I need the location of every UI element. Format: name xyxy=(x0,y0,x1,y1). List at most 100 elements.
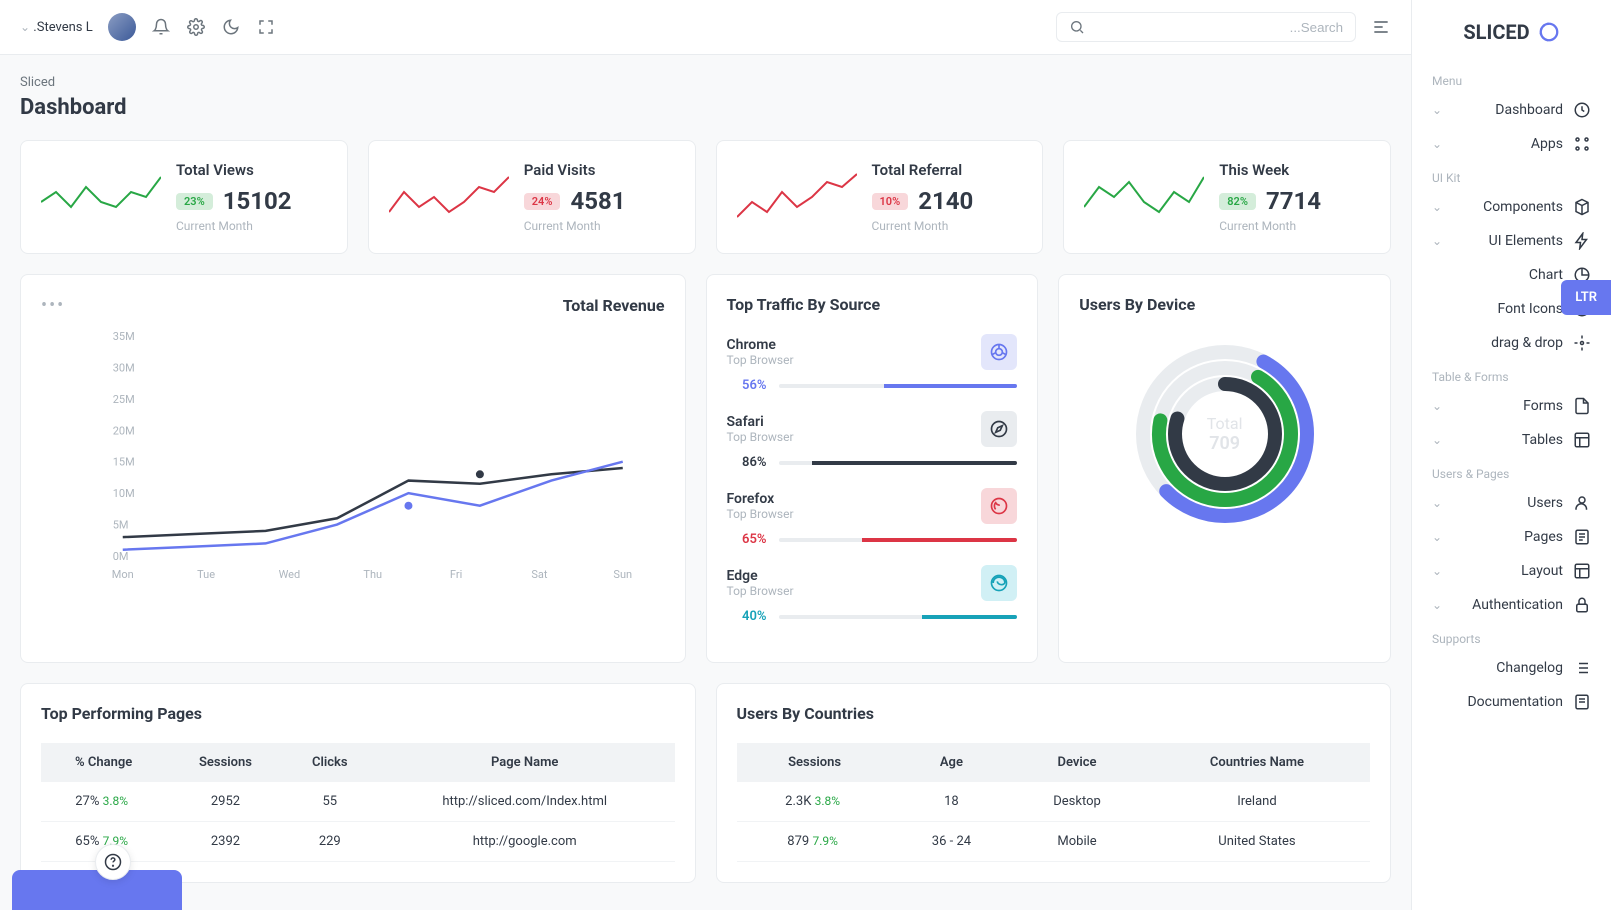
sidebar-item-authentication[interactable]: Authentication ⌄ xyxy=(1412,588,1611,622)
table-row: http://sliced.com/Index.html 55 2952 3.8… xyxy=(41,782,675,822)
menu-toggle-icon[interactable] xyxy=(1371,17,1391,37)
svg-text:Thu: Thu xyxy=(363,568,382,581)
gear-icon[interactable] xyxy=(186,17,206,37)
stat-card: This Week 7714 82% Current Month xyxy=(1063,140,1391,254)
sidebar-item-dashboard[interactable]: Dashboard ⌄ xyxy=(1412,93,1611,127)
sparkline xyxy=(1084,167,1204,227)
progress-bar xyxy=(779,538,1018,542)
user-icon xyxy=(1573,494,1591,512)
sidebar-item-forms[interactable]: Forms ⌄ xyxy=(1412,389,1611,423)
browser-icon xyxy=(981,565,1017,601)
sidebar-item-documentation[interactable]: Documentation xyxy=(1412,685,1611,719)
chevron-down-icon: ⌄ xyxy=(1432,103,1442,117)
svg-text:35M: 35M xyxy=(113,330,135,343)
browser-icon xyxy=(981,488,1017,524)
chevron-down-icon: ⌄ xyxy=(1432,530,1442,544)
stat-value: 4581 xyxy=(570,187,625,215)
ltr-toggle[interactable]: LTR xyxy=(1561,280,1611,315)
apps-icon xyxy=(1573,135,1591,153)
browser-icon xyxy=(981,334,1017,370)
search-box[interactable] xyxy=(1056,12,1356,42)
traffic-pct: 65% xyxy=(727,532,767,547)
svg-text:15M: 15M xyxy=(113,456,135,469)
avatar[interactable] xyxy=(108,13,136,41)
user-name[interactable]: Stevens L. ⌄ xyxy=(20,20,93,35)
table-row: http://google.com 229 2392 7.9% 65% xyxy=(41,822,675,862)
svg-text:20M: 20M xyxy=(113,424,135,437)
chevron-down-icon: ⌄ xyxy=(1432,137,1442,151)
table-row: United States Mobile 24 - 36 7.9% 879 xyxy=(737,822,1371,862)
breadcrumb: Sliced xyxy=(20,75,1391,95)
sidebar-item-apps[interactable]: Apps ⌄ xyxy=(1412,127,1611,161)
traffic-pct: 56% xyxy=(727,378,767,393)
bell-icon[interactable] xyxy=(151,17,171,37)
svg-text:25M: 25M xyxy=(113,393,135,406)
traffic-sub: Top Browser xyxy=(727,584,794,598)
sidebar-item-pages[interactable]: Pages ⌄ xyxy=(1412,520,1611,554)
page-title: Dashboard xyxy=(20,95,1391,140)
fullscreen-icon[interactable] xyxy=(256,17,276,37)
pages-table: Page Name Clicks Sessions Change % http:… xyxy=(41,743,675,862)
revenue-card: Total Revenue ••• 0M5M10M15M20M25M30M35M… xyxy=(20,274,686,663)
traffic-item: Safari Top Browser 86% xyxy=(727,411,1018,470)
lock-icon xyxy=(1573,596,1591,614)
stat-title: Total Views xyxy=(176,161,327,179)
stat-sub: Current Month xyxy=(872,219,1023,233)
chevron-down-icon: ⌄ xyxy=(1432,200,1442,214)
traffic-pct: 86% xyxy=(727,455,767,470)
revenue-chart: 0M5M10M15M20M25M30M35MMonTueWedThuFriSat… xyxy=(41,326,665,586)
stat-value: 7714 xyxy=(1266,187,1321,215)
traffic-item: Chrome Top Browser 56% xyxy=(727,334,1018,393)
card-title: Users By Device xyxy=(1079,295,1370,314)
gauge-icon xyxy=(1573,101,1591,119)
stat-card: Total Views 15102 23% Current Month xyxy=(20,140,348,254)
search-input[interactable] xyxy=(1085,20,1343,35)
table-icon xyxy=(1573,431,1591,449)
file-icon xyxy=(1573,397,1591,415)
logo[interactable]: SLICED xyxy=(1412,20,1611,64)
card-title: Total Revenue xyxy=(563,296,665,315)
traffic-sub: Top Browser xyxy=(727,353,794,367)
stat-sub: Current Month xyxy=(1219,219,1370,233)
stat-card: Paid Visits 4581 24% Current Month xyxy=(368,140,696,254)
svg-text:30M: 30M xyxy=(113,361,135,374)
sidebar-item-layout[interactable]: Layout ⌄ xyxy=(1412,554,1611,588)
traffic-name: Safari xyxy=(727,414,794,430)
box-icon xyxy=(1573,198,1591,216)
menu-section-label: Table & Forms xyxy=(1412,360,1611,389)
logo-icon xyxy=(1538,21,1560,43)
stat-value: 2140 xyxy=(918,187,973,215)
stat-sub: Current Month xyxy=(176,219,327,233)
menu-section-label: UI Kit xyxy=(1412,161,1611,190)
sidebar-item-dragdrop[interactable]: drag & drop xyxy=(1412,326,1611,360)
svg-text:10M: 10M xyxy=(113,487,135,500)
browser-icon xyxy=(981,411,1017,447)
help-button[interactable] xyxy=(95,844,131,880)
stat-value: 15102 xyxy=(223,187,292,215)
bottom-widget[interactable] xyxy=(12,870,182,910)
progress-bar xyxy=(779,384,1018,388)
chevron-down-icon: ⌄ xyxy=(1432,399,1442,413)
svg-text:Sun: Sun xyxy=(613,568,632,581)
sidebar-item-components[interactable]: Components ⌄ xyxy=(1412,190,1611,224)
menu-section-label: Menu xyxy=(1412,64,1611,93)
sidebar-item-users[interactable]: Users ⌄ xyxy=(1412,486,1611,520)
svg-text:Wed: Wed xyxy=(279,568,301,581)
svg-text:Sat: Sat xyxy=(531,568,548,581)
svg-text:Tue: Tue xyxy=(197,568,215,581)
card-title: Users By Countries xyxy=(737,704,1371,723)
sidebar-item-uielements[interactable]: UI Elements ⌄ xyxy=(1412,224,1611,258)
sidebar-item-changelog[interactable]: Changelog xyxy=(1412,651,1611,685)
more-icon[interactable]: ••• xyxy=(41,295,65,316)
sidebar-item-tables[interactable]: Tables ⌄ xyxy=(1412,423,1611,457)
traffic-item: Forefox Top Browser 65% xyxy=(727,488,1018,547)
traffic-item: Edge Top Browser 40% xyxy=(727,565,1018,624)
donut-center: Total 709 xyxy=(1207,414,1243,454)
moon-icon[interactable] xyxy=(221,17,241,37)
traffic-name: Edge xyxy=(727,568,794,584)
progress-bar xyxy=(779,615,1018,619)
svg-text:5M: 5M xyxy=(113,519,129,532)
users-by-device-card: Users By Device Total 709 xyxy=(1058,274,1391,663)
traffic-name: Forefox xyxy=(727,491,794,507)
chevron-down-icon: ⌄ xyxy=(1432,433,1442,447)
